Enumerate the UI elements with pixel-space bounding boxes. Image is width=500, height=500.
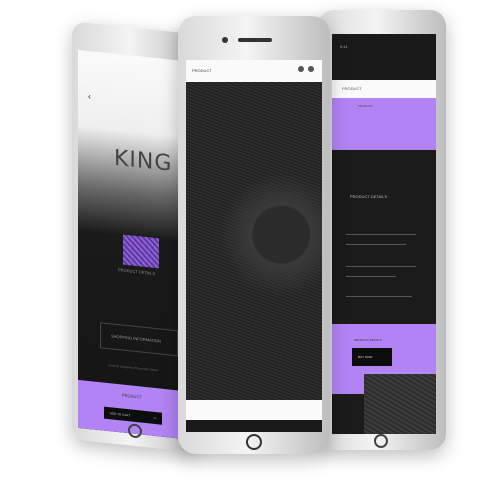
texture-image <box>364 374 436 434</box>
purple-panel-caption: PRODUCT <box>122 392 142 400</box>
right-section-title: PRODUCT DETAILS <box>350 194 388 199</box>
menu-icon[interactable] <box>308 66 314 72</box>
phone-right: 9:41 PRODUCT PRODUCT PRODUCT DETAILS PRO… <box>318 10 446 450</box>
text-line <box>346 244 406 245</box>
footnote: continue shopping with product detail <box>108 363 158 373</box>
info-box[interactable]: SHOPPING INFORMATION <box>100 322 178 357</box>
text-line <box>346 296 412 297</box>
arrow-right-icon: → <box>152 414 157 422</box>
buy-now-button[interactable]: BUY NOW <box>352 348 392 366</box>
text-line <box>346 266 416 267</box>
status-time: 9:41 <box>340 44 348 49</box>
right-header-label: PRODUCT <box>342 86 362 91</box>
search-icon[interactable] <box>298 66 304 72</box>
right-screen: 9:41 PRODUCT PRODUCT PRODUCT DETAILS PRO… <box>332 34 436 434</box>
right-header: PRODUCT <box>332 80 436 98</box>
product-thumbnail[interactable] <box>123 234 159 269</box>
camera-icon <box>222 37 228 43</box>
hero-image <box>186 82 322 400</box>
center-header-title: PRODUCT <box>192 68 212 73</box>
add-to-cart-label: ADD TO CART <box>110 411 131 418</box>
status-bar: 9:41 <box>332 34 436 80</box>
speaker-grille <box>238 38 272 42</box>
center-screen: PRODUCT <box>186 60 322 432</box>
back-icon[interactable]: ‹ <box>88 91 91 101</box>
home-button[interactable] <box>246 434 262 450</box>
phone-center: PRODUCT <box>178 16 330 454</box>
text-line <box>346 234 416 235</box>
home-button[interactable] <box>128 423 142 439</box>
left-screen: ‹ KING PRODUCT DETAILS SHOPPING INFORMAT… <box>78 49 194 441</box>
add-to-cart-button[interactable]: ADD TO CART → <box>104 406 162 425</box>
center-header: PRODUCT <box>186 60 322 82</box>
right-purple-caption: PRODUCT <box>358 104 373 108</box>
brand-title: KING <box>114 145 173 177</box>
info-box-label: SHOPPING INFORMATION <box>111 333 161 344</box>
thumbnail-caption: PRODUCT DETAILS <box>118 267 156 277</box>
text-line <box>346 276 396 277</box>
center-footer <box>186 400 322 420</box>
home-button[interactable] <box>374 434 388 448</box>
right-purple-banner: PRODUCT <box>332 98 436 150</box>
right-panel-caption: PRODUCT DETAILS <box>354 338 382 342</box>
